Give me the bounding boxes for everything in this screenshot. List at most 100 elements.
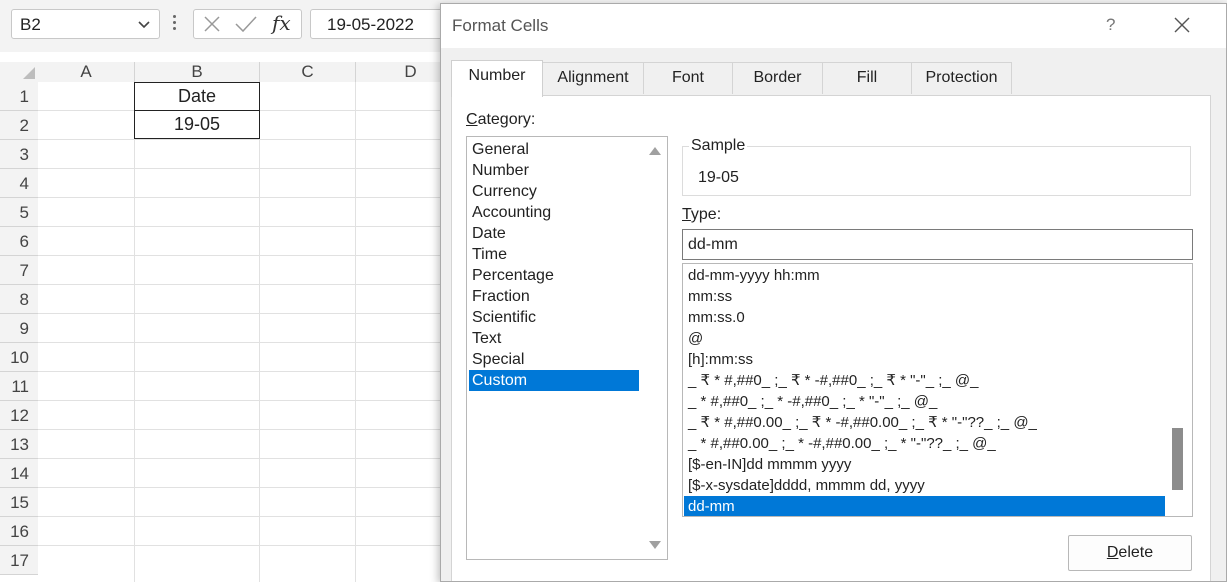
insert-function-icon[interactable]: fx [272,11,291,35]
type-item-selected[interactable]: dd-mm [684,496,1165,516]
cancel-icon[interactable] [202,14,222,39]
type-item[interactable]: mm:ss.0 [684,307,1165,328]
category-list[interactable]: General Number Currency Accounting Date … [466,136,668,560]
formula-value: 19-05-2022 [327,15,414,34]
row-header-12[interactable]: 12 [0,401,38,430]
type-item[interactable]: _ ₹ * #,##0_ ;_ ₹ * -#,##0_ ;_ ₹ * "-"_ … [684,370,1165,391]
formula-input[interactable]: 19-05-2022 [310,9,450,39]
tab-font[interactable]: Font [643,62,733,94]
row-header-17[interactable]: 17 [0,546,38,575]
row-header-10[interactable]: 10 [0,343,38,372]
more-options-icon[interactable] [173,15,177,33]
category-general[interactable]: General [469,139,639,160]
row-header-9[interactable]: 9 [0,314,38,343]
formula-buttons: fx [193,9,302,39]
gridline [38,168,440,169]
dialog-titlebar: Format Cells ? [441,4,1226,48]
spreadsheet-grid: A B C D 1 2 3 4 5 6 7 8 9 10 11 12 13 14… [0,52,466,582]
category-special[interactable]: Special [469,349,639,370]
scroll-up-icon[interactable] [649,147,661,155]
gridline [134,82,135,582]
gridline [38,197,440,198]
type-item[interactable]: _ ₹ * #,##0.00_ ;_ ₹ * -#,##0.00_ ;_ ₹ *… [684,412,1165,433]
delete-button[interactable]: Delete [1068,535,1192,571]
type-label: Type: [682,206,722,223]
tab-number[interactable]: Number [451,60,543,97]
scroll-down-icon[interactable] [649,541,661,549]
name-box-value: B2 [20,15,41,34]
number-tab-panel: Category: General Number Currency Accoun… [451,95,1211,581]
gridline [38,458,440,459]
format-cells-dialog: Format Cells ? Number Alignment Font Bor… [440,3,1227,582]
gridline [38,284,440,285]
category-currency[interactable]: Currency [469,181,639,202]
gridline [38,516,440,517]
row-header-5[interactable]: 5 [0,198,38,227]
row-header-4[interactable]: 4 [0,169,38,198]
close-icon[interactable] [1173,16,1191,39]
category-date[interactable]: Date [469,223,639,244]
cell-b1[interactable]: Date [134,82,260,111]
row-header-1[interactable]: 1 [0,82,38,111]
gridline [38,487,440,488]
name-box[interactable]: B2 [11,9,160,39]
type-list-scrollbar[interactable] [1172,428,1183,490]
row-header-3[interactable]: 3 [0,140,38,169]
category-label: Category: [466,111,536,128]
category-percentage[interactable]: Percentage [469,265,639,286]
category-time[interactable]: Time [469,244,639,265]
gridline [38,429,440,430]
column-header-b[interactable]: B [135,62,260,82]
type-item[interactable]: [$-x-sysdate]dddd, mmmm dd, yyyy [684,475,1165,496]
row-header-7[interactable]: 7 [0,256,38,285]
category-text[interactable]: Text [469,328,639,349]
category-number[interactable]: Number [469,160,639,181]
column-header-c[interactable]: C [260,62,356,82]
sample-label: Sample [689,137,748,155]
row-header-15[interactable]: 15 [0,488,38,517]
type-item[interactable]: dd-mm-yyyy hh:mm [684,265,1165,286]
type-item[interactable]: @ [684,328,1165,349]
tab-alignment[interactable]: Alignment [542,62,644,94]
chevron-down-icon[interactable] [137,18,151,36]
row-header-11[interactable]: 11 [0,372,38,401]
category-scientific[interactable]: Scientific [469,307,639,328]
gridline [38,313,440,314]
sample-group: Sample 19-05 [682,137,1191,196]
type-item[interactable]: mm:ss [684,286,1165,307]
category-custom[interactable]: Custom [469,370,639,391]
type-item[interactable]: _ * #,##0.00_ ;_ * -#,##0.00_ ;_ * "-"??… [684,433,1165,454]
cell-b2[interactable]: 19-05 [134,110,260,139]
row-header-13[interactable]: 13 [0,430,38,459]
row-header-2[interactable]: 2 [0,111,38,140]
check-icon[interactable] [234,14,258,39]
dialog-tabs: Number Alignment Font Border Fill Protec… [451,60,1221,97]
type-input[interactable]: dd-mm [682,229,1193,260]
tab-protection[interactable]: Protection [911,62,1012,94]
row-header-8[interactable]: 8 [0,285,38,314]
row-header-6[interactable]: 6 [0,227,38,256]
category-accounting[interactable]: Accounting [469,202,639,223]
type-item[interactable]: [h]:mm:ss [684,349,1165,370]
type-item[interactable]: _ * #,##0_ ;_ * -#,##0_ ;_ * "-"_ ;_ @_ [684,391,1165,412]
sample-value: 19-05 [698,169,739,186]
type-item[interactable]: [$-en-IN]dd mmmm yyyy [684,454,1165,475]
gridline [38,545,440,546]
help-button[interactable]: ? [1106,15,1115,35]
gridline [38,342,440,343]
column-header-a[interactable]: A [38,62,135,82]
gridline [38,226,440,227]
gridline [38,371,440,372]
gridline [38,255,440,256]
gridline [38,400,440,401]
gridline [355,82,356,582]
select-all-corner[interactable] [0,62,38,82]
tab-fill[interactable]: Fill [822,62,912,94]
type-list[interactable]: dd-mm-yyyy hh:mm mm:ss mm:ss.0 @ [h]:mm:… [682,263,1193,517]
tab-border[interactable]: Border [732,62,823,94]
row-header-16[interactable]: 16 [0,517,38,546]
row-header-14[interactable]: 14 [0,459,38,488]
category-fraction[interactable]: Fraction [469,286,639,307]
gridline [259,82,260,582]
gridline [38,139,440,140]
